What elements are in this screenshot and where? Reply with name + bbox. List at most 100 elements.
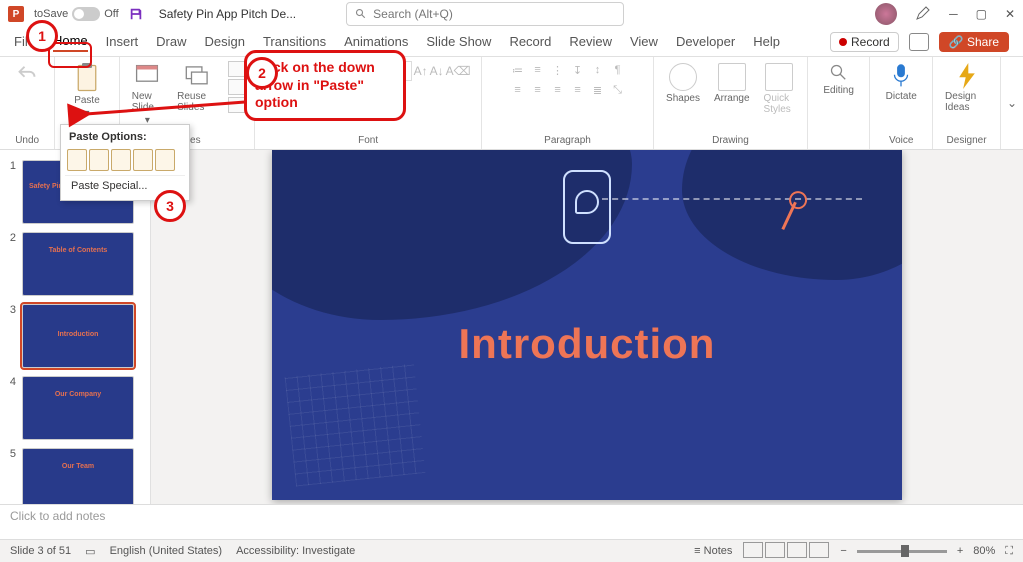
search-icon <box>355 8 367 20</box>
collapse-ribbon-button[interactable]: ⌄ <box>1001 57 1023 149</box>
window-controls: ─ ▢ ✕ <box>875 3 1015 25</box>
tab-transitions[interactable]: Transitions <box>263 34 326 51</box>
tab-help[interactable]: Help <box>753 34 780 51</box>
annotation-home-highlight <box>48 42 92 68</box>
thumb-row[interactable]: 3Introduction <box>0 300 150 372</box>
slide-thumb-5[interactable]: Our Team <box>22 448 134 504</box>
tab-view[interactable]: View <box>630 34 658 51</box>
accessibility-status[interactable]: Accessibility: Investigate <box>236 545 355 557</box>
tab-animations[interactable]: Animations <box>344 34 408 51</box>
workspace: 1Safety Pin Pitch 2Table of Contents 3In… <box>0 150 1023 504</box>
save-icon[interactable] <box>129 7 143 21</box>
paste-option-1[interactable] <box>67 149 87 171</box>
group-label-designer: Designer <box>941 133 992 149</box>
tab-draw[interactable]: Draw <box>156 34 186 51</box>
quick-styles-button[interactable]: Quick Styles <box>760 61 799 117</box>
undo-button[interactable] <box>13 61 41 85</box>
paste-option-2[interactable] <box>89 149 109 171</box>
group-designer: Design Ideas Designer <box>933 57 1001 149</box>
paste-option-3[interactable] <box>111 149 131 171</box>
slide-title: Introduction <box>272 320 902 368</box>
paste-special-item[interactable]: Paste Special... <box>65 175 185 196</box>
group-label-drawing: Drawing <box>662 133 799 149</box>
group-label-font: Font <box>263 133 473 149</box>
fit-window-button[interactable]: ⛶ <box>1005 545 1013 558</box>
zoom-level[interactable]: 80% <box>973 545 995 557</box>
paste-options-popup: Paste Options: Paste Special... <box>60 124 190 201</box>
canvas-area: Introduction <box>151 150 1023 504</box>
group-label-undo: Undo <box>8 133 46 149</box>
tab-review[interactable]: Review <box>569 34 612 51</box>
notes-pane[interactable]: Click to add notes <box>0 504 1023 539</box>
spellcheck-icon[interactable]: ▭ <box>85 545 95 558</box>
document-title[interactable]: Safety Pin App Pitch De... <box>159 7 296 21</box>
dictate-button[interactable]: Dictate <box>882 61 921 104</box>
tab-record[interactable]: Record <box>509 34 551 51</box>
design-ideas-button[interactable]: Design Ideas <box>941 61 992 115</box>
ribbon-tabs: File Home Insert Draw Design Transitions… <box>0 28 1023 57</box>
share-button[interactable]: 🔗 Share <box>939 32 1009 52</box>
app-icon: P <box>8 6 24 22</box>
toggle-switch[interactable] <box>72 7 100 21</box>
thumb-row[interactable]: 4Our Company <box>0 372 150 444</box>
tab-design[interactable]: Design <box>205 34 245 51</box>
clear-format-icon[interactable]: A⌫ <box>446 64 471 78</box>
thumb-row[interactable]: 5Our Team <box>0 444 150 504</box>
decor-dash-line <box>602 198 862 200</box>
status-bar: Slide 3 of 51 ▭ English (United States) … <box>0 539 1023 562</box>
paste-options-header: Paste Options: <box>65 129 185 145</box>
tab-slideshow[interactable]: Slide Show <box>426 34 491 51</box>
group-paragraph: ≔≡⋮↧↕¶ ≡≡≡≡≣⤡ Paragraph <box>482 57 654 149</box>
slide-thumb-3[interactable]: Introduction <box>22 304 134 368</box>
arrange-button[interactable]: Arrange <box>710 61 754 106</box>
group-label-editing <box>816 133 862 149</box>
close-button[interactable]: ✕ <box>1005 7 1015 21</box>
tab-insert[interactable]: Insert <box>106 34 139 51</box>
zoom-out-button[interactable]: − <box>840 545 846 557</box>
record-button[interactable]: Record <box>830 32 899 52</box>
group-undo: Undo <box>0 57 55 149</box>
slide-thumb-4[interactable]: Our Company <box>22 376 134 440</box>
slide-thumbnails: 1Safety Pin Pitch 2Table of Contents 3In… <box>0 150 151 504</box>
pen-icon[interactable] <box>915 5 931 24</box>
slide-counter[interactable]: Slide 3 of 51 <box>10 545 71 557</box>
group-label-paragraph: Paragraph <box>490 133 645 149</box>
current-slide[interactable]: Introduction <box>272 150 902 500</box>
maximize-button[interactable]: ▢ <box>976 7 987 21</box>
zoom-slider[interactable] <box>857 550 947 553</box>
tab-file[interactable]: File <box>14 34 35 51</box>
slide-canvas[interactable]: Introduction <box>151 150 1023 504</box>
minimize-button[interactable]: ─ <box>949 7 958 21</box>
annotation-callout: Click on the down arrow in "Paste" optio… <box>244 50 406 121</box>
search-placeholder: Search (Alt+Q) <box>373 7 453 21</box>
group-drawing: Shapes Arrange Quick Styles Drawing <box>654 57 808 149</box>
zoom-in-button[interactable]: + <box>957 545 963 557</box>
thumb-row[interactable]: 2Table of Contents <box>0 228 150 300</box>
search-box[interactable]: Search (Alt+Q) <box>346 2 624 26</box>
autosave-toggle[interactable]: toSave Off <box>34 7 119 21</box>
paste-option-5[interactable] <box>155 149 175 171</box>
group-editing: Editing <box>808 57 871 149</box>
annotation-arrow <box>80 90 250 120</box>
slide-thumb-2[interactable]: Table of Contents <box>22 232 134 296</box>
autosave-state: Off <box>104 8 118 20</box>
paste-option-icons <box>65 145 185 175</box>
language-status[interactable]: English (United States) <box>110 545 223 557</box>
mic-icon <box>891 63 911 89</box>
lightning-icon <box>956 63 978 89</box>
paragraph-icons[interactable]: ≔≡⋮↧↕¶ ≡≡≡≡≣⤡ <box>509 61 627 99</box>
phone-icon <box>563 170 611 244</box>
group-voice: Dictate Voice <box>870 57 933 149</box>
comments-icon[interactable] <box>909 33 929 51</box>
decrease-font-icon[interactable]: A↓ <box>430 64 444 78</box>
editing-button[interactable]: Editing <box>819 61 858 98</box>
paste-option-4[interactable] <box>133 149 153 171</box>
increase-font-icon[interactable]: A↑ <box>414 64 428 78</box>
shapes-button[interactable]: Shapes <box>662 61 704 106</box>
notes-toggle[interactable]: ≡ Notes <box>694 545 732 557</box>
view-buttons[interactable] <box>742 542 830 561</box>
user-avatar[interactable] <box>875 3 897 25</box>
tab-developer[interactable]: Developer <box>676 34 735 51</box>
title-bar: P toSave Off Safety Pin App Pitch De... … <box>0 0 1023 28</box>
autosave-label: toSave <box>34 8 68 20</box>
